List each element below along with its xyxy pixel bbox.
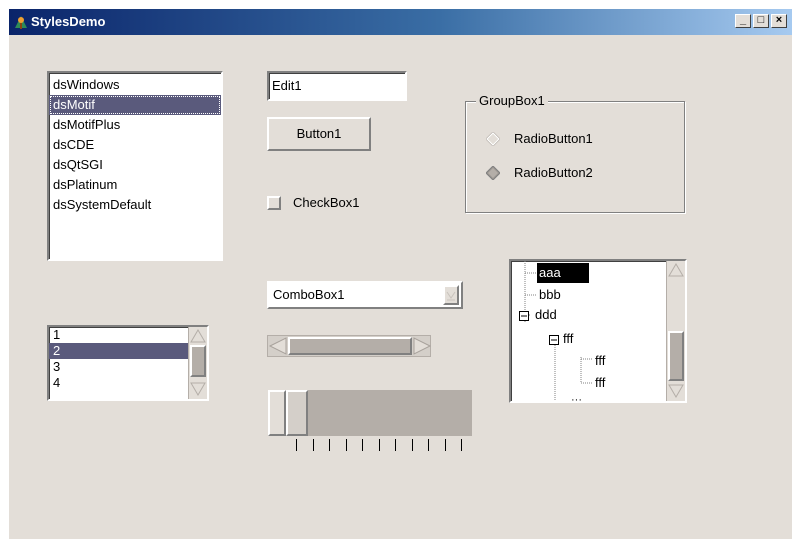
down-arrow-icon[interactable] <box>668 383 684 399</box>
tree-scrollbar[interactable] <box>666 261 685 401</box>
minimize-button[interactable]: _ <box>735 14 751 28</box>
groupbox1: GroupBox1 RadioButton1 RadioButton2 <box>465 93 685 213</box>
button1[interactable]: Button1 <box>267 117 371 151</box>
down-arrow-icon[interactable] <box>190 381 206 397</box>
number-list-item[interactable]: 1 <box>49 327 189 343</box>
up-arrow-icon[interactable] <box>190 328 206 344</box>
combobox1-drop-button[interactable] <box>443 285 459 305</box>
tree-scroll-track[interactable] <box>668 279 684 331</box>
trackbar-tick <box>312 439 314 451</box>
tree-node-fff-child-2[interactable]: fff <box>595 373 605 393</box>
style-list-item[interactable]: dsSystemDefault <box>49 195 221 215</box>
style-list-item[interactable]: dsPlatinum <box>49 175 221 195</box>
number-list-item[interactable]: 2 <box>49 343 189 359</box>
style-list-item[interactable]: dsMotifPlus <box>49 115 221 135</box>
tree-node-ddd[interactable]: ddd <box>535 305 557 325</box>
left-arrow-icon[interactable] <box>268 336 288 356</box>
trackbar-left-cap <box>268 390 286 436</box>
horizontal-scrollbar[interactable] <box>267 335 432 357</box>
trackbar-tick <box>411 439 413 451</box>
trackbar-tick <box>362 439 363 451</box>
style-list-item[interactable]: dsQtSGI <box>49 155 221 175</box>
trackbar[interactable] <box>267 389 473 437</box>
app-icon <box>15 16 27 29</box>
tree-scroll-thumb[interactable] <box>668 331 684 381</box>
radio-button-1-label: RadioButton1 <box>514 131 593 146</box>
style-listbox[interactable]: dsWindows dsMotif dsMotifPlus dsCDE dsQtSGI d… <box>47 71 223 261</box>
trackbar-tick <box>345 439 347 451</box>
trackbar-thumb[interactable] <box>286 390 308 436</box>
edit1-value: Edit1 <box>272 78 302 93</box>
title-bar[interactable]: StylesDemo _ □ × <box>9 9 792 35</box>
window-title: StylesDemo <box>31 14 106 29</box>
app-window: StylesDemo _ □ × dsWindows dsMotif dsMotif… <box>8 8 792 539</box>
button1-label: Button1 <box>296 126 342 141</box>
radio-unchecked-icon <box>486 132 500 146</box>
radio-checked-icon <box>486 166 500 180</box>
up-arrow-icon[interactable] <box>668 262 684 278</box>
tree-node-fff-child-1[interactable]: fff <box>595 351 605 371</box>
tree-view[interactable]: ··· aaa bbb ddd fff fff fff <box>509 259 687 403</box>
edit1-field[interactable]: Edit1 <box>267 71 407 101</box>
right-arrow-icon[interactable] <box>412 336 432 356</box>
groupbox1-title: GroupBox1 <box>476 93 548 109</box>
number-list-item[interactable]: 4 <box>49 375 189 391</box>
trackbar-tick <box>395 439 396 451</box>
number-list-scrollbar[interactable] <box>188 327 207 399</box>
radio-button-2-label: RadioButton2 <box>514 165 593 180</box>
chevron-down-icon <box>446 291 456 301</box>
style-list-item[interactable]: dsCDE <box>49 135 221 155</box>
checkbox1-label: CheckBox1 <box>293 195 360 210</box>
trackbar-tick <box>428 439 429 451</box>
tree-node-bbb[interactable]: bbb <box>539 285 561 305</box>
svg-text:···: ··· <box>571 394 582 401</box>
tree-node-fff[interactable]: fff <box>563 329 573 349</box>
tree-lines: ··· <box>519 261 593 401</box>
combobox1-value: ComboBox1 <box>273 287 345 302</box>
checkbox1-box[interactable] <box>267 196 281 210</box>
number-list-scroll-thumb[interactable] <box>190 345 206 377</box>
tree-node-aaa[interactable]: aaa <box>537 263 589 283</box>
trackbar-tick <box>329 439 330 451</box>
trackbar-ticks <box>267 439 473 453</box>
number-list-item[interactable]: 3 <box>49 359 189 375</box>
trackbar-tick <box>461 439 462 451</box>
horizontal-scroll-thumb[interactable] <box>288 337 412 355</box>
trackbar-tick <box>444 439 446 451</box>
number-listbox[interactable]: 1234 <box>47 325 209 401</box>
trackbar-tick <box>296 439 297 451</box>
maximize-button[interactable]: □ <box>753 14 769 28</box>
close-button[interactable]: × <box>771 14 787 28</box>
combobox1[interactable]: ComboBox1 <box>267 281 463 309</box>
trackbar-tick <box>378 439 380 451</box>
style-list-item[interactable]: dsWindows <box>49 75 221 95</box>
style-list-item[interactable]: dsMotif <box>49 95 221 115</box>
